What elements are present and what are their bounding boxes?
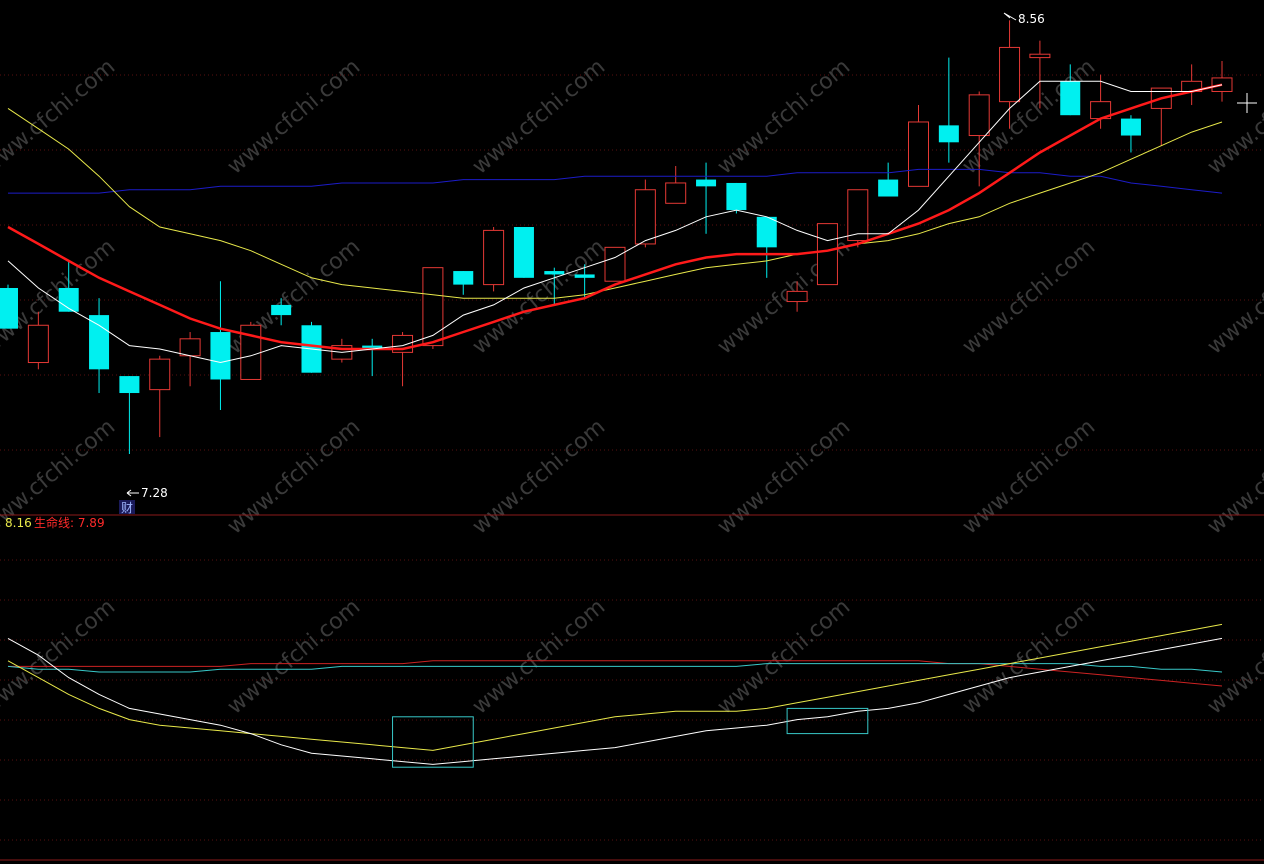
candle-body	[726, 182, 747, 211]
watermark-text: www.cfchi.com	[0, 54, 120, 179]
watermark-text: www.cfchi.com	[468, 594, 610, 719]
sub-red-line	[8, 660, 1223, 687]
candle-body	[604, 246, 626, 282]
candle-body	[968, 94, 990, 137]
candle-body	[816, 223, 838, 286]
candle-body	[453, 271, 474, 285]
ma-value-label: 8.16	[5, 516, 32, 530]
high-value-label: 8.56	[1018, 12, 1045, 26]
low-marker: 7.28	[126, 486, 168, 500]
watermark-text: www.cfchi.com	[958, 414, 1100, 539]
candle-body	[878, 179, 899, 197]
candle-body	[786, 290, 808, 303]
life-line-label: 生命线: 7.89	[34, 515, 105, 530]
candle-body	[0, 287, 18, 329]
life-line	[7, 83, 1223, 351]
signal-box	[786, 707, 869, 735]
watermark-text: www.cfchi.com	[713, 414, 855, 539]
watermark-text: www.cfchi.com	[958, 234, 1100, 359]
candle-body	[1120, 118, 1141, 136]
candle-body	[149, 358, 171, 391]
candle-body	[696, 179, 717, 187]
candle-body	[422, 267, 444, 347]
watermark-text: www.cfchi.com	[713, 594, 855, 719]
sub-cyan-line	[7, 663, 1223, 673]
candle-body	[756, 216, 777, 248]
candle-body	[89, 315, 110, 370]
candle-body	[999, 46, 1021, 103]
candle-body	[544, 271, 565, 275]
arrow-icon	[1003, 12, 1017, 21]
watermark-text: www.cfchi.com	[1203, 414, 1264, 539]
watermark-text: www.cfchi.com	[468, 54, 610, 179]
candle-body	[179, 338, 201, 357]
candle-body	[1029, 53, 1051, 59]
high-marker: 8.56	[1003, 12, 1045, 26]
watermark-text: www.cfchi.com	[223, 414, 365, 539]
watermark-text: www.cfchi.com	[1203, 54, 1264, 179]
candle-body	[271, 304, 292, 316]
watermark-text: www.cfchi.com	[223, 594, 365, 719]
cai-badge[interactable]: 财	[121, 501, 133, 515]
candle-body	[847, 189, 869, 242]
watermark-text: www.cfchi.com	[223, 54, 365, 179]
candle-body	[210, 332, 231, 380]
watermark-text: www.cfchi.com	[1203, 594, 1264, 719]
watermark-text: www.cfchi.com	[958, 594, 1100, 719]
candle-body	[634, 189, 656, 245]
candle-body	[574, 274, 595, 278]
candle-body	[119, 376, 140, 394]
watermark-text: www.cfchi.com	[0, 594, 120, 719]
candle-body	[938, 125, 959, 143]
ma-long-line	[8, 168, 1223, 194]
candle-body	[665, 182, 687, 204]
candle-body	[908, 121, 929, 187]
candle-body	[483, 229, 505, 286]
candle-body	[1060, 81, 1081, 116]
candle-body	[27, 324, 49, 364]
watermark-text: www.cfchi.com	[713, 54, 855, 179]
watermark-text: www.cfchi.com	[468, 414, 610, 539]
arrow-icon	[126, 489, 139, 497]
candle-body	[513, 227, 534, 278]
crosshair-icon	[1237, 93, 1257, 113]
low-value-label: 7.28	[141, 486, 168, 500]
watermark-text: www.cfchi.com	[1203, 234, 1264, 359]
watermark-layer: www.cfchi.com www.cfchi.com www.cfchi.com w…	[0, 54, 1264, 719]
stock-chart[interactable]: www.cfchi.com www.cfchi.com www.cfchi.com w…	[0, 0, 1264, 864]
